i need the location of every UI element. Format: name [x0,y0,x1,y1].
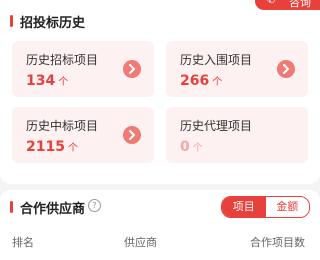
stat-label: 历史代理项目 [180,119,253,133]
section-title: 招投标历史 [20,16,86,31]
suppliers-title: 合作供应商 [20,202,86,217]
stat-label: 历史招标项目 [26,53,99,67]
chevron-right-icon[interactable] [123,60,141,78]
stat-card-win-history[interactable]: 历史中标项目 2115 个 [12,107,154,163]
section-marker [10,15,13,27]
chevron-right-icon[interactable] [123,126,141,144]
consult-button[interactable]: ✆ 咨询 [255,0,320,10]
stat-value: 266 个 [180,73,223,89]
stat-value: 2115 个 [26,139,78,155]
section-marker [10,201,13,213]
toggle-amount[interactable]: 金额 [265,197,309,217]
chevron-right-icon[interactable] [277,60,295,78]
toggle-projects[interactable]: 项目 [222,197,266,217]
stat-card-agency-history: 历史代理项目 0个 [166,107,308,163]
consult-label: 咨询 [289,0,311,9]
column-header-rank: 排名 [12,236,34,249]
stat-label: 历史入围项目 [180,53,253,67]
phone-icon: ✆ [267,0,276,6]
metric-toggle: 项目 金额 [221,196,310,218]
stat-label: 历史中标项目 [26,119,99,133]
stat-card-bid-history[interactable]: 历史招标项目 134 个 [12,41,154,97]
stat-value: 0个 [180,139,203,155]
help-icon[interactable]: ? [88,199,101,212]
stat-value: 134 个 [26,73,69,89]
column-header-supplier: 供应商 [124,236,157,249]
stat-card-shortlist-history[interactable]: 历史入围项目 266 个 [166,41,308,97]
column-header-project-count: 合作项目数 [250,236,305,249]
